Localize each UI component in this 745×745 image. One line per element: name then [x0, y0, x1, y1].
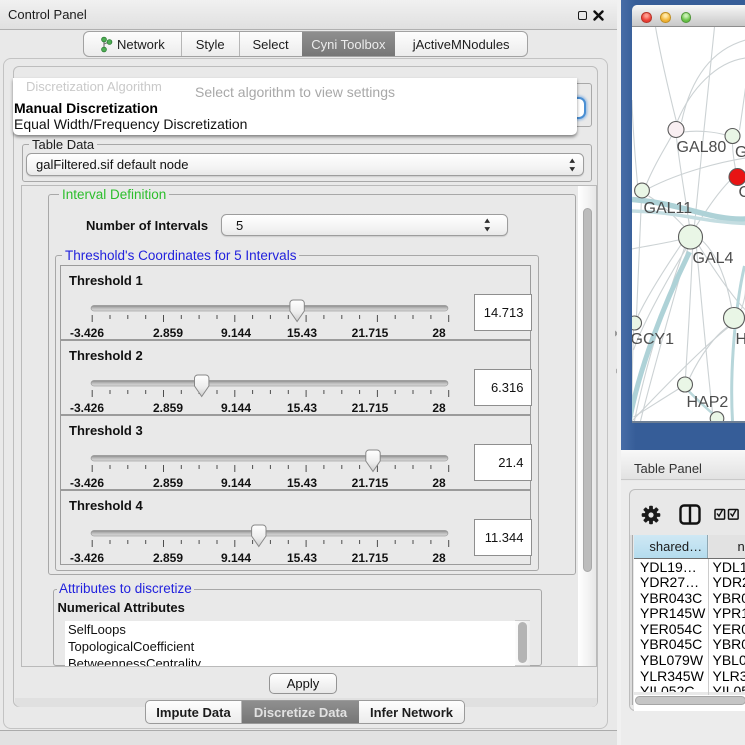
svg-text:HA: HA	[735, 331, 745, 348]
svg-text:CY: CY	[738, 184, 745, 201]
svg-text:GCY1: GCY1	[632, 331, 674, 348]
svg-text:GAL80: GAL80	[676, 139, 726, 156]
svg-text:GAL4: GAL4	[692, 250, 733, 267]
svg-text:HAP2: HAP2	[686, 394, 728, 411]
svg-text:GA: GA	[735, 144, 745, 161]
svg-text:GAL11: GAL11	[643, 200, 692, 217]
